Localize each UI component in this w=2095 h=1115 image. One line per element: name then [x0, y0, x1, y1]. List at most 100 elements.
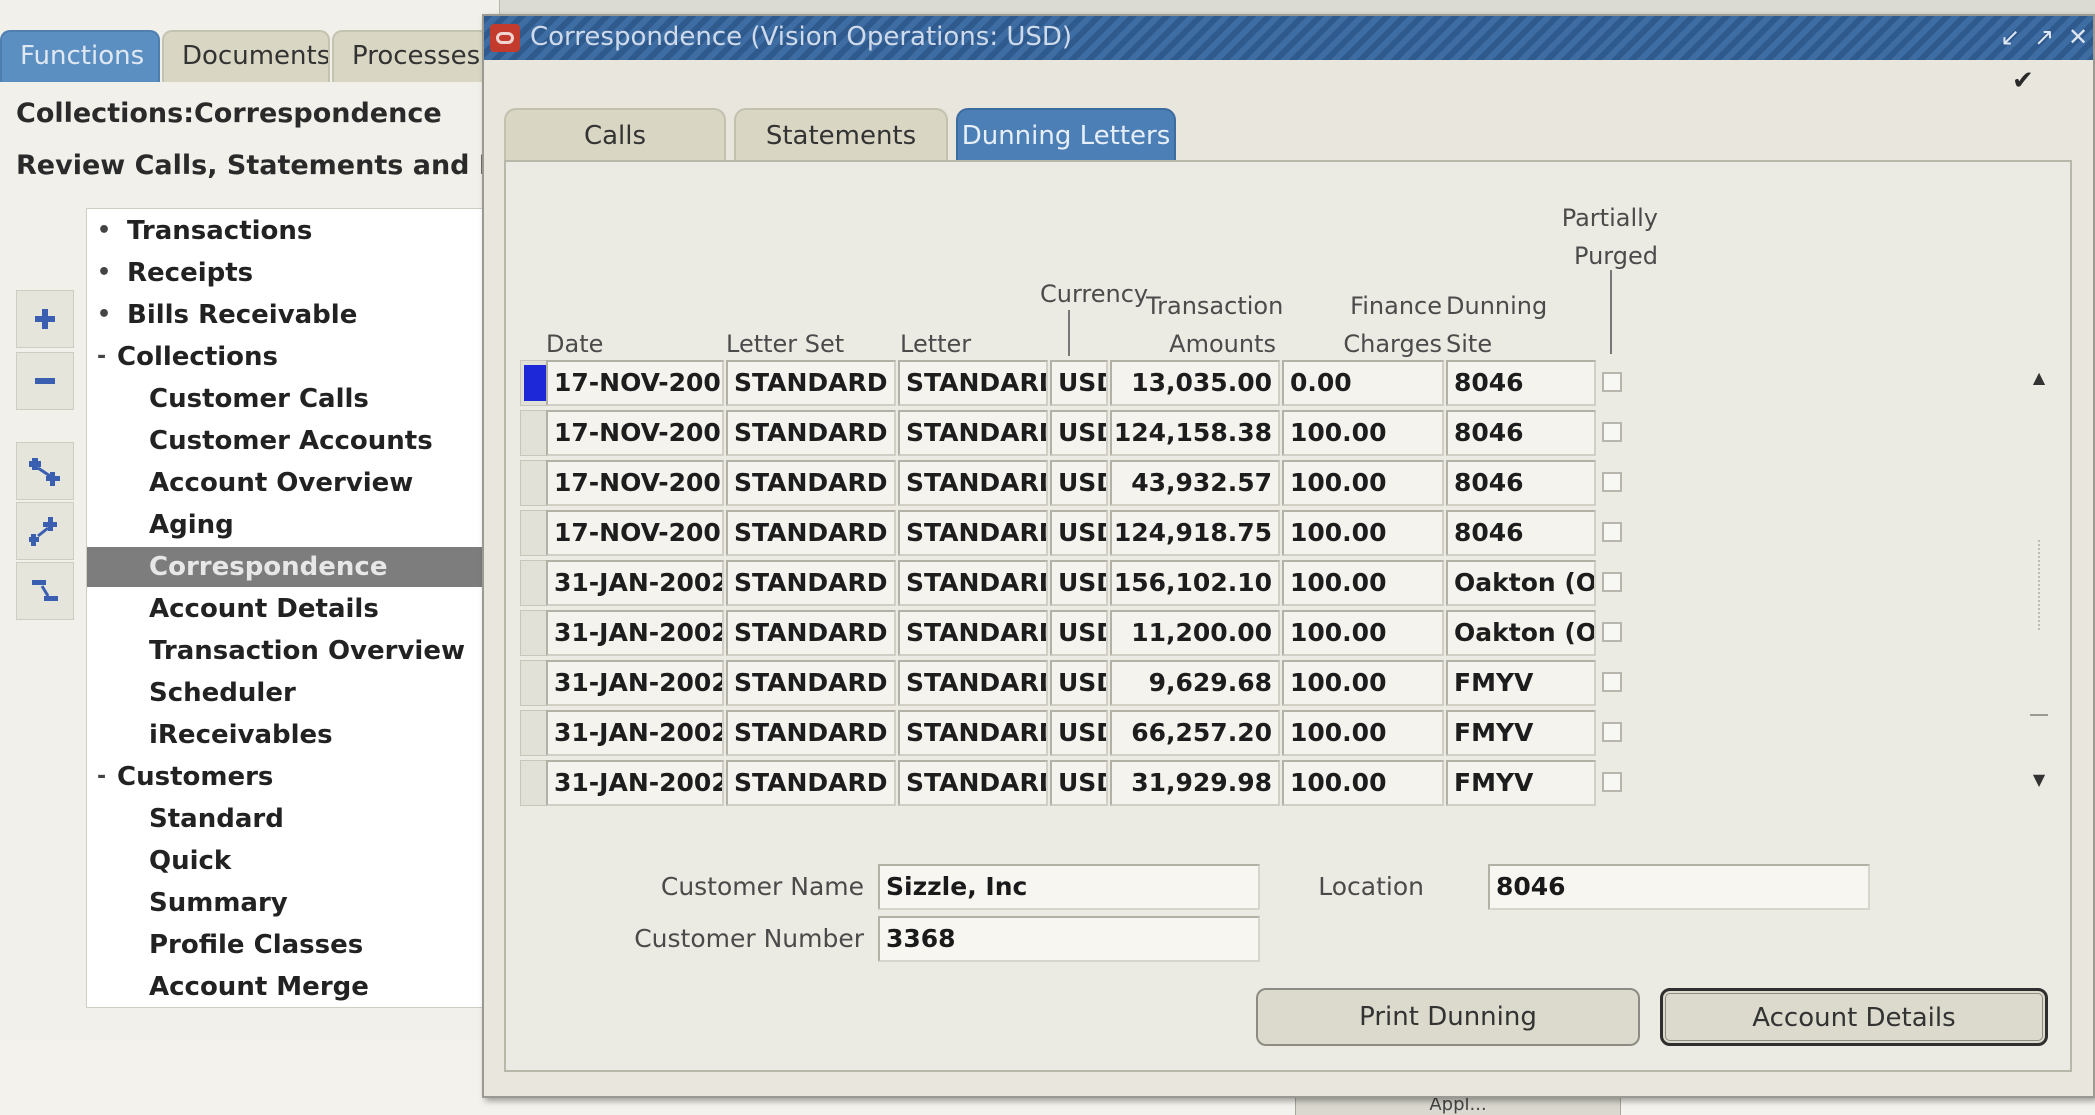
- cell-finance-charges[interactable]: 100.00: [1282, 560, 1444, 606]
- cell-date[interactable]: 31-JAN-2002: [546, 560, 724, 606]
- cell-dunning-site[interactable]: Oakton (OPS): [1446, 560, 1596, 606]
- cell-dunning-site[interactable]: 8046: [1446, 460, 1596, 506]
- tree-item-customer-accounts[interactable]: Customer Accounts: [149, 421, 433, 461]
- tree-item-profile-classes[interactable]: Profile Classes: [149, 925, 363, 965]
- cell-letter[interactable]: STANDARD2: [898, 610, 1048, 656]
- scroll-up-arrow-icon[interactable]: ▲: [2028, 368, 2050, 390]
- cell-finance-charges[interactable]: 100.00: [1282, 660, 1444, 706]
- partially-purged-checkbox[interactable]: [1602, 472, 1622, 492]
- table-row[interactable]: 17-NOV-2003 STANDARD STANDARD2 USD 13,03…: [506, 360, 2074, 406]
- cell-dunning-site[interactable]: 8046: [1446, 510, 1596, 556]
- restore-icon[interactable]: ↗: [2031, 22, 2057, 52]
- cell-finance-charges[interactable]: 100.00: [1282, 610, 1444, 656]
- cell-letter-set[interactable]: STANDARD: [726, 410, 896, 456]
- tree-item-collections[interactable]: - Collections: [97, 337, 278, 377]
- tree-item-standard[interactable]: Standard: [149, 799, 284, 839]
- tree-item-scheduler[interactable]: Scheduler: [149, 673, 296, 713]
- cell-currency[interactable]: USD: [1050, 560, 1108, 606]
- partially-purged-checkbox[interactable]: [1602, 422, 1622, 442]
- cell-finance-charges[interactable]: 100.00: [1282, 410, 1444, 456]
- tab-statements[interactable]: Statements: [734, 108, 948, 160]
- cell-date[interactable]: 17-NOV-2003: [546, 410, 724, 456]
- partially-purged-checkbox[interactable]: [1602, 772, 1622, 792]
- cell-transaction-amount[interactable]: 13,035.00: [1110, 360, 1280, 406]
- cell-currency[interactable]: USD: [1050, 510, 1108, 556]
- tree-item-customer-calls[interactable]: Customer Calls: [149, 379, 369, 419]
- cell-date[interactable]: 31-JAN-2002: [546, 710, 724, 756]
- cell-dunning-site[interactable]: 8046: [1446, 360, 1596, 406]
- cell-finance-charges[interactable]: 100.00: [1282, 510, 1444, 556]
- cell-dunning-site[interactable]: 8046: [1446, 410, 1596, 456]
- cell-dunning-site[interactable]: FMYV: [1446, 710, 1596, 756]
- cell-currency[interactable]: USD: [1050, 660, 1108, 706]
- cell-date[interactable]: 31-JAN-2002: [546, 610, 724, 656]
- cell-transaction-amount[interactable]: 31,929.98: [1110, 760, 1280, 806]
- cell-currency[interactable]: USD: [1050, 710, 1108, 756]
- cell-letter[interactable]: STANDARD2: [898, 560, 1048, 606]
- cell-letter-set[interactable]: STANDARD: [726, 710, 896, 756]
- tree-item-transactions[interactable]: • Transactions: [97, 211, 312, 251]
- cell-transaction-amount[interactable]: 9,629.68: [1110, 660, 1280, 706]
- tree-item-quick[interactable]: Quick: [149, 841, 231, 881]
- tree-item-account-overview[interactable]: Account Overview: [149, 463, 413, 503]
- expand-branch-icon[interactable]: [16, 442, 74, 500]
- cell-currency[interactable]: USD: [1050, 360, 1108, 406]
- collapse-minus-icon[interactable]: [16, 352, 74, 410]
- cell-date[interactable]: 31-JAN-2002: [546, 660, 724, 706]
- cell-letter[interactable]: STANDARD2: [898, 360, 1048, 406]
- expand-all-icon[interactable]: [16, 502, 74, 560]
- cell-currency[interactable]: USD: [1050, 760, 1108, 806]
- cell-transaction-amount[interactable]: 156,102.10: [1110, 560, 1280, 606]
- scrollbar-track[interactable]: [2038, 540, 2040, 630]
- cell-letter[interactable]: STANDARD2: [898, 460, 1048, 506]
- customer-number-field[interactable]: 3368: [878, 916, 1260, 962]
- cell-letter[interactable]: STANDARD2: [898, 410, 1048, 456]
- table-row[interactable]: 17-NOV-2003 STANDARD STANDARD2 USD 124,1…: [506, 410, 2074, 456]
- cell-date[interactable]: 17-NOV-2003: [546, 360, 724, 406]
- cell-letter-set[interactable]: STANDARD: [726, 510, 896, 556]
- partially-purged-checkbox[interactable]: [1602, 372, 1622, 392]
- account-details-button[interactable]: Account Details: [1660, 988, 2048, 1046]
- cell-letter-set[interactable]: STANDARD: [726, 610, 896, 656]
- partially-purged-checkbox[interactable]: [1602, 622, 1622, 642]
- cell-currency[interactable]: USD: [1050, 610, 1108, 656]
- tree-item-customers[interactable]: - Customers: [97, 757, 273, 797]
- cell-finance-charges[interactable]: 100.00: [1282, 760, 1444, 806]
- cell-letter[interactable]: STANDARD2: [898, 710, 1048, 756]
- cell-transaction-amount[interactable]: 124,918.75: [1110, 510, 1280, 556]
- tab-documents[interactable]: Documents: [162, 30, 330, 82]
- window-title-bar[interactable]: Correspondence (Vision Operations: USD) …: [484, 16, 2093, 60]
- close-icon[interactable]: ✕: [2065, 22, 2091, 52]
- tab-functions[interactable]: Functions: [0, 30, 160, 82]
- cell-currency[interactable]: USD: [1050, 410, 1108, 456]
- tab-processes[interactable]: Processes: [332, 30, 502, 82]
- partially-purged-checkbox[interactable]: [1602, 572, 1622, 592]
- table-row[interactable]: 31-JAN-2002 STANDARD STANDARD2 USD 31,92…: [506, 760, 2074, 806]
- table-row[interactable]: 31-JAN-2002 STANDARD STANDARD2 USD 11,20…: [506, 610, 2074, 656]
- tree-item-aging[interactable]: Aging: [149, 505, 234, 545]
- cell-letter-set[interactable]: STANDARD: [726, 360, 896, 406]
- cell-date[interactable]: 17-NOV-2003: [546, 510, 724, 556]
- table-row[interactable]: 31-JAN-2002 STANDARD STANDARD2 USD 9,629…: [506, 660, 2074, 706]
- minimize-icon[interactable]: ↙: [1997, 22, 2023, 52]
- partially-purged-checkbox[interactable]: [1602, 672, 1622, 692]
- cell-dunning-site[interactable]: Oakton (OPS): [1446, 610, 1596, 656]
- cell-letter-set[interactable]: STANDARD: [726, 660, 896, 706]
- collapse-all-icon[interactable]: [16, 562, 74, 620]
- cell-letter[interactable]: STANDARD2: [898, 660, 1048, 706]
- cell-finance-charges[interactable]: 0.00: [1282, 360, 1444, 406]
- location-field[interactable]: 8046: [1488, 864, 1870, 910]
- cell-dunning-site[interactable]: FMYV: [1446, 760, 1596, 806]
- scrollbar-thumb[interactable]: [2030, 714, 2048, 716]
- table-row[interactable]: 31-JAN-2002 STANDARD STANDARD2 USD 66,25…: [506, 710, 2074, 756]
- print-dunning-button[interactable]: Print Dunning: [1256, 988, 1640, 1046]
- tree-item-summary[interactable]: Summary: [149, 883, 288, 923]
- tree-item-ireceivables[interactable]: iReceivables: [149, 715, 333, 755]
- cell-transaction-amount[interactable]: 66,257.20: [1110, 710, 1280, 756]
- cell-letter[interactable]: STANDARD2: [898, 760, 1048, 806]
- cell-date[interactable]: 17-NOV-2003: [546, 460, 724, 506]
- cell-finance-charges[interactable]: 100.00: [1282, 460, 1444, 506]
- tree-item-receipts[interactable]: • Receipts: [97, 253, 253, 293]
- tab-calls[interactable]: Calls: [504, 108, 726, 160]
- cell-date[interactable]: 31-JAN-2002: [546, 760, 724, 806]
